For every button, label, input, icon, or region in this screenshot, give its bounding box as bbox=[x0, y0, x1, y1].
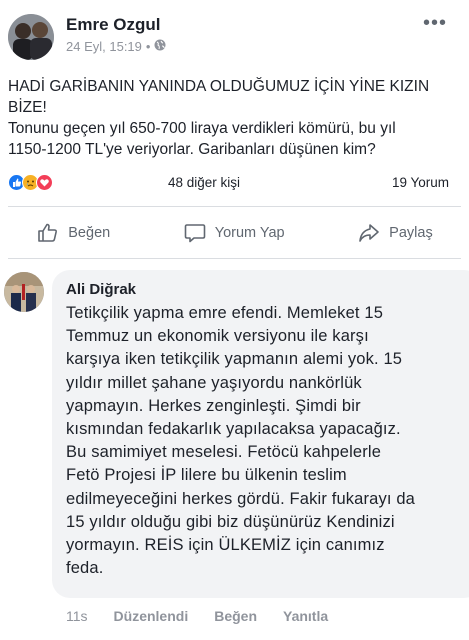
comment-time[interactable]: 11s bbox=[66, 608, 88, 624]
commenter-avatar[interactable] bbox=[4, 272, 44, 312]
comment-line: yıldır millet şahane yaşıyordu nankörlük bbox=[66, 373, 362, 392]
comment-line: Tetikçilik yapma emre efendi. Memleket 1… bbox=[66, 304, 384, 322]
reactions-bar[interactable]: 48 diğer kişi 19 Yorum bbox=[8, 173, 461, 193]
globe-icon bbox=[154, 39, 166, 54]
comment-line: feda. bbox=[66, 559, 104, 578]
comment-edited-label[interactable]: Düzenlendi bbox=[114, 608, 189, 624]
post-text-line: HADİ GARİBANIN YANINDA OLDUĞUMUZ İÇİN Yİ… bbox=[8, 78, 430, 95]
post-author-name[interactable]: Emre Ozgul bbox=[66, 15, 160, 35]
comment-line: kısmından fedakarlık yapılacaksa yapacağ… bbox=[66, 419, 401, 438]
share-button[interactable]: Paylaş bbox=[357, 221, 433, 245]
post-header: Emre Ozgul 24 Eyl, 15:19 • ••• bbox=[8, 12, 461, 60]
like-button-label: Beğen bbox=[68, 225, 111, 241]
post-meta: 24 Eyl, 15:19 • bbox=[66, 39, 166, 54]
post-date[interactable]: 24 Eyl, 15:19 bbox=[66, 39, 142, 54]
share-button-label: Paylaş bbox=[389, 225, 433, 241]
share-icon bbox=[359, 224, 379, 242]
comment-button[interactable]: Yorum Yap bbox=[183, 221, 285, 245]
comment-line: yapmayın. Herkes zenginleşti. Şimdi bir bbox=[66, 396, 361, 415]
comment-line: 15 yıldır olduğu gibi biz düşünürüz Kend… bbox=[66, 512, 395, 531]
comment-footer: 11s Düzenlendi Beğen Yanıtla bbox=[66, 608, 328, 624]
comment-author-name[interactable]: Ali Diğrak bbox=[66, 281, 136, 298]
reactions-count[interactable]: 48 diğer kişi bbox=[168, 175, 240, 190]
comments-count[interactable]: 19 Yorum bbox=[392, 175, 449, 190]
comment-icon bbox=[184, 224, 206, 243]
divider bbox=[8, 258, 461, 259]
post-text-line: 1150-1200 TL'ye veriyorlar. Garibanları … bbox=[8, 141, 376, 158]
thumbs-up-icon bbox=[38, 223, 58, 242]
post-actions: Beğen Yorum Yap Paylaş bbox=[0, 214, 469, 252]
comment-text: Tetikçilik yapma emre efendi. Memleket 1… bbox=[66, 302, 469, 580]
comment-line: edilmeyeceğini herkes gördü. Fakir fukar… bbox=[66, 489, 415, 508]
comment-reply-button[interactable]: Yanıtla bbox=[283, 608, 328, 624]
comment-button-label: Yorum Yap bbox=[214, 225, 285, 241]
love-icon bbox=[36, 174, 53, 191]
divider bbox=[8, 206, 461, 207]
post-text-line: Tonunu geçen yıl 650-700 liraya verdikle… bbox=[8, 120, 396, 137]
comment-line: Fetö Projesi İP lilere bu ülkenin teslim bbox=[66, 466, 347, 485]
meta-separator: • bbox=[145, 39, 151, 54]
post-text: HADİ GARİBANIN YANINDA OLDUĞUMUZ İÇİN Yİ… bbox=[8, 76, 461, 160]
author-avatar[interactable] bbox=[8, 14, 54, 60]
like-button[interactable]: Beğen bbox=[36, 221, 110, 245]
comment-line: yormayın. REİS için ÜLKEMİZ için canımız bbox=[66, 535, 385, 554]
comment-like-button[interactable]: Beğen bbox=[214, 608, 257, 624]
comment-line: Bu samimiyet meselesi. Fetöcü kahpelerle bbox=[66, 443, 382, 462]
comment-line: Temmuz un ekonomik versiyonu ile karşı bbox=[66, 327, 369, 346]
reaction-icons[interactable] bbox=[8, 174, 53, 191]
comment-line: karşıya iken tetikçilik yapmanın alemi y… bbox=[66, 350, 403, 369]
more-dots-icon[interactable]: ••• bbox=[423, 12, 447, 35]
post-text-line: BİZE! bbox=[8, 99, 47, 116]
